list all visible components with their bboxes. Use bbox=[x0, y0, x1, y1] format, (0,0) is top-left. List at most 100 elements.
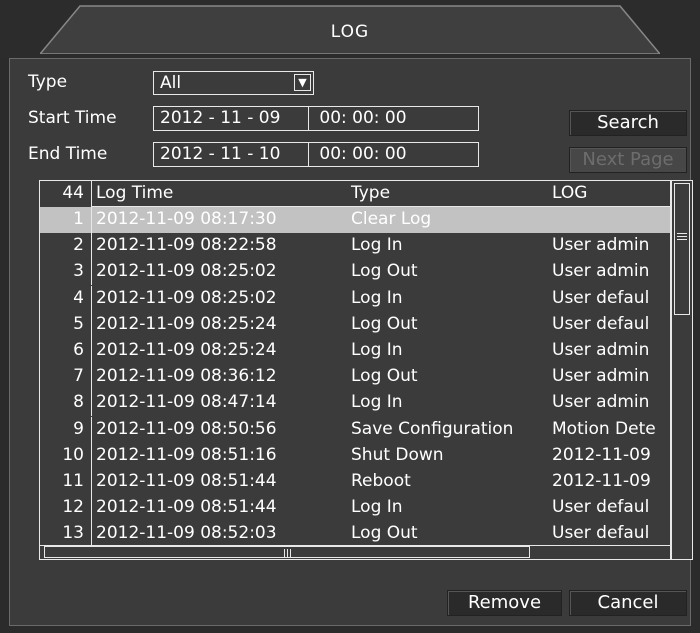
row-log-time: 2012-11-09 08:36:12 bbox=[96, 366, 277, 387]
vertical-scroll-thumb[interactable] bbox=[674, 183, 690, 315]
row-number: 12 bbox=[62, 497, 84, 518]
row-log-time: 2012-11-09 08:25:02 bbox=[96, 287, 277, 308]
row-log: Motion Dete bbox=[552, 418, 656, 439]
row-number: 13 bbox=[62, 523, 84, 544]
table-row[interactable]: 13 2012-11-09 08:52:03 Log Out User defaul bbox=[40, 521, 670, 548]
field-separator bbox=[308, 143, 309, 166]
row-number: 7 bbox=[73, 366, 84, 387]
next-page-button[interactable]: Next Page bbox=[569, 147, 687, 173]
row-type: Log In bbox=[351, 287, 403, 308]
horizontal-scrollbar[interactable] bbox=[40, 545, 670, 559]
row-type: Log In bbox=[351, 340, 403, 360]
table-row[interactable]: 7 2012-11-09 08:36:12 Log Out User admin bbox=[40, 364, 670, 391]
row-number: 1 bbox=[73, 209, 84, 229]
grip-line bbox=[287, 549, 288, 557]
table-row[interactable]: 11 2012-11-09 08:51:44 Reboot 2012-11-09 bbox=[40, 469, 670, 495]
title-bar: LOG bbox=[0, 0, 700, 58]
window-title: LOG bbox=[330, 22, 370, 42]
grip-line bbox=[677, 239, 687, 240]
row-log-time: 2012-11-09 08:25:24 bbox=[96, 340, 277, 360]
row-log-time: 2012-11-09 08:22:58 bbox=[96, 235, 277, 256]
row-log: 2012-11-09 bbox=[552, 444, 651, 465]
end-time-label: End Time bbox=[28, 144, 108, 164]
row-log-time: 2012-11-09 08:17:30 bbox=[96, 209, 277, 229]
row-type: Reboot bbox=[351, 471, 411, 491]
row-number: 10 bbox=[62, 444, 84, 465]
row-type: Log In bbox=[351, 392, 403, 413]
log-dialog: Type All ▼ Start Time 2012 - 11 - 09 00:… bbox=[9, 58, 693, 626]
vertical-scrollbar[interactable] bbox=[671, 180, 693, 560]
row-type: Clear Log bbox=[351, 209, 432, 229]
grip-line bbox=[677, 233, 687, 234]
chevron-down-icon[interactable]: ▼ bbox=[294, 74, 311, 91]
row-type: Log Out bbox=[351, 366, 418, 387]
row-log-time: 2012-11-09 08:52:03 bbox=[96, 523, 277, 544]
start-time-label: Start Time bbox=[28, 108, 117, 128]
row-type: Log In bbox=[351, 235, 403, 256]
end-clock-input[interactable]: 00: 00: 00 bbox=[319, 143, 406, 165]
search-button[interactable]: Search bbox=[569, 110, 687, 136]
field-separator bbox=[308, 107, 309, 130]
row-log: User defaul bbox=[552, 497, 650, 518]
row-log: 2012-11-09 bbox=[552, 471, 651, 491]
table-row[interactable]: 6 2012-11-09 08:25:24 Log In User admin bbox=[40, 338, 670, 364]
cancel-button[interactable]: Cancel bbox=[569, 590, 687, 616]
row-number: 6 bbox=[73, 340, 84, 360]
row-number: 9 bbox=[73, 418, 84, 439]
row-number: 5 bbox=[73, 313, 84, 334]
row-log: User admin bbox=[552, 366, 650, 387]
table-row[interactable]: 3 2012-11-09 08:25:02 Log Out User admin bbox=[40, 259, 670, 286]
table-header-row: 44 Log Time Type LOG bbox=[40, 181, 670, 207]
column-header-log[interactable]: LOG bbox=[548, 181, 670, 205]
start-clock-input[interactable]: 00: 00: 00 bbox=[319, 107, 406, 129]
row-number: 2 bbox=[73, 235, 84, 256]
row-number: 3 bbox=[73, 261, 84, 282]
column-header-type[interactable]: Type bbox=[347, 181, 547, 205]
remove-button[interactable]: Remove bbox=[447, 590, 562, 616]
header-divider bbox=[92, 206, 670, 207]
row-type: Save Configuration bbox=[351, 418, 514, 439]
row-log: User admin bbox=[552, 340, 650, 360]
type-label: Type bbox=[28, 72, 68, 92]
grip-line bbox=[290, 549, 291, 557]
row-number: 4 bbox=[73, 287, 84, 308]
log-table: 44 Log Time Type LOG 1 2012-11-09 08:17:3… bbox=[39, 180, 671, 560]
table-row[interactable]: 10 2012-11-09 08:51:16 Shut Down 2012-11-09 bbox=[40, 442, 670, 469]
row-number: 8 bbox=[73, 392, 84, 413]
row-number: 11 bbox=[62, 471, 84, 491]
row-log: User admin bbox=[552, 392, 650, 413]
row-log: User defaul bbox=[552, 523, 650, 544]
grip-line bbox=[677, 236, 687, 237]
row-log-time: 2012-11-09 08:25:24 bbox=[96, 313, 277, 334]
type-select-value: All bbox=[160, 73, 182, 93]
start-date-input[interactable]: 2012 - 11 - 09 bbox=[160, 107, 310, 129]
end-date-input[interactable]: 2012 - 11 - 10 bbox=[160, 143, 310, 165]
table-row[interactable]: 1 2012-11-09 08:17:30 Clear Log bbox=[40, 207, 670, 233]
row-type: Log Out bbox=[351, 523, 418, 544]
horizontal-scroll-thumb[interactable] bbox=[44, 546, 530, 558]
row-log: User defaul bbox=[552, 313, 650, 334]
start-time-field[interactable]: 2012 - 11 - 09 00: 00: 00 bbox=[153, 106, 479, 131]
end-time-field[interactable]: 2012 - 11 - 10 00: 00: 00 bbox=[153, 142, 479, 167]
grip-line bbox=[284, 549, 285, 557]
table-row[interactable]: 8 2012-11-09 08:47:14 Log In User admin bbox=[40, 390, 670, 417]
table-row[interactable]: 9 2012-11-09 08:50:56 Save Configuration Mo… bbox=[40, 416, 670, 443]
row-type: Log In bbox=[351, 497, 403, 518]
table-row[interactable]: 4 2012-11-09 08:25:02 Log In User defaul bbox=[40, 285, 670, 312]
log-count: 44 bbox=[62, 183, 84, 203]
type-select[interactable]: All ▼ bbox=[153, 71, 314, 95]
row-log-time: 2012-11-09 08:25:02 bbox=[96, 261, 277, 282]
row-type: Log Out bbox=[351, 313, 418, 334]
table-row[interactable]: 12 2012-11-09 08:51:44 Log In User defaul bbox=[40, 495, 670, 522]
row-log: User defaul bbox=[552, 287, 650, 308]
row-log: User admin bbox=[552, 261, 650, 282]
row-log-time: 2012-11-09 08:51:16 bbox=[96, 444, 277, 465]
table-row[interactable]: 2 2012-11-09 08:22:58 Log In User admin bbox=[40, 233, 670, 260]
row-type: Log Out bbox=[351, 261, 418, 282]
column-header-time[interactable]: Log Time bbox=[92, 181, 346, 205]
row-log-time: 2012-11-09 08:50:56 bbox=[96, 418, 277, 439]
table-row[interactable]: 5 2012-11-09 08:25:24 Log Out User defaul bbox=[40, 311, 670, 338]
row-type: Shut Down bbox=[351, 444, 444, 465]
row-log-time: 2012-11-09 08:47:14 bbox=[96, 392, 277, 413]
row-log: User admin bbox=[552, 235, 650, 256]
